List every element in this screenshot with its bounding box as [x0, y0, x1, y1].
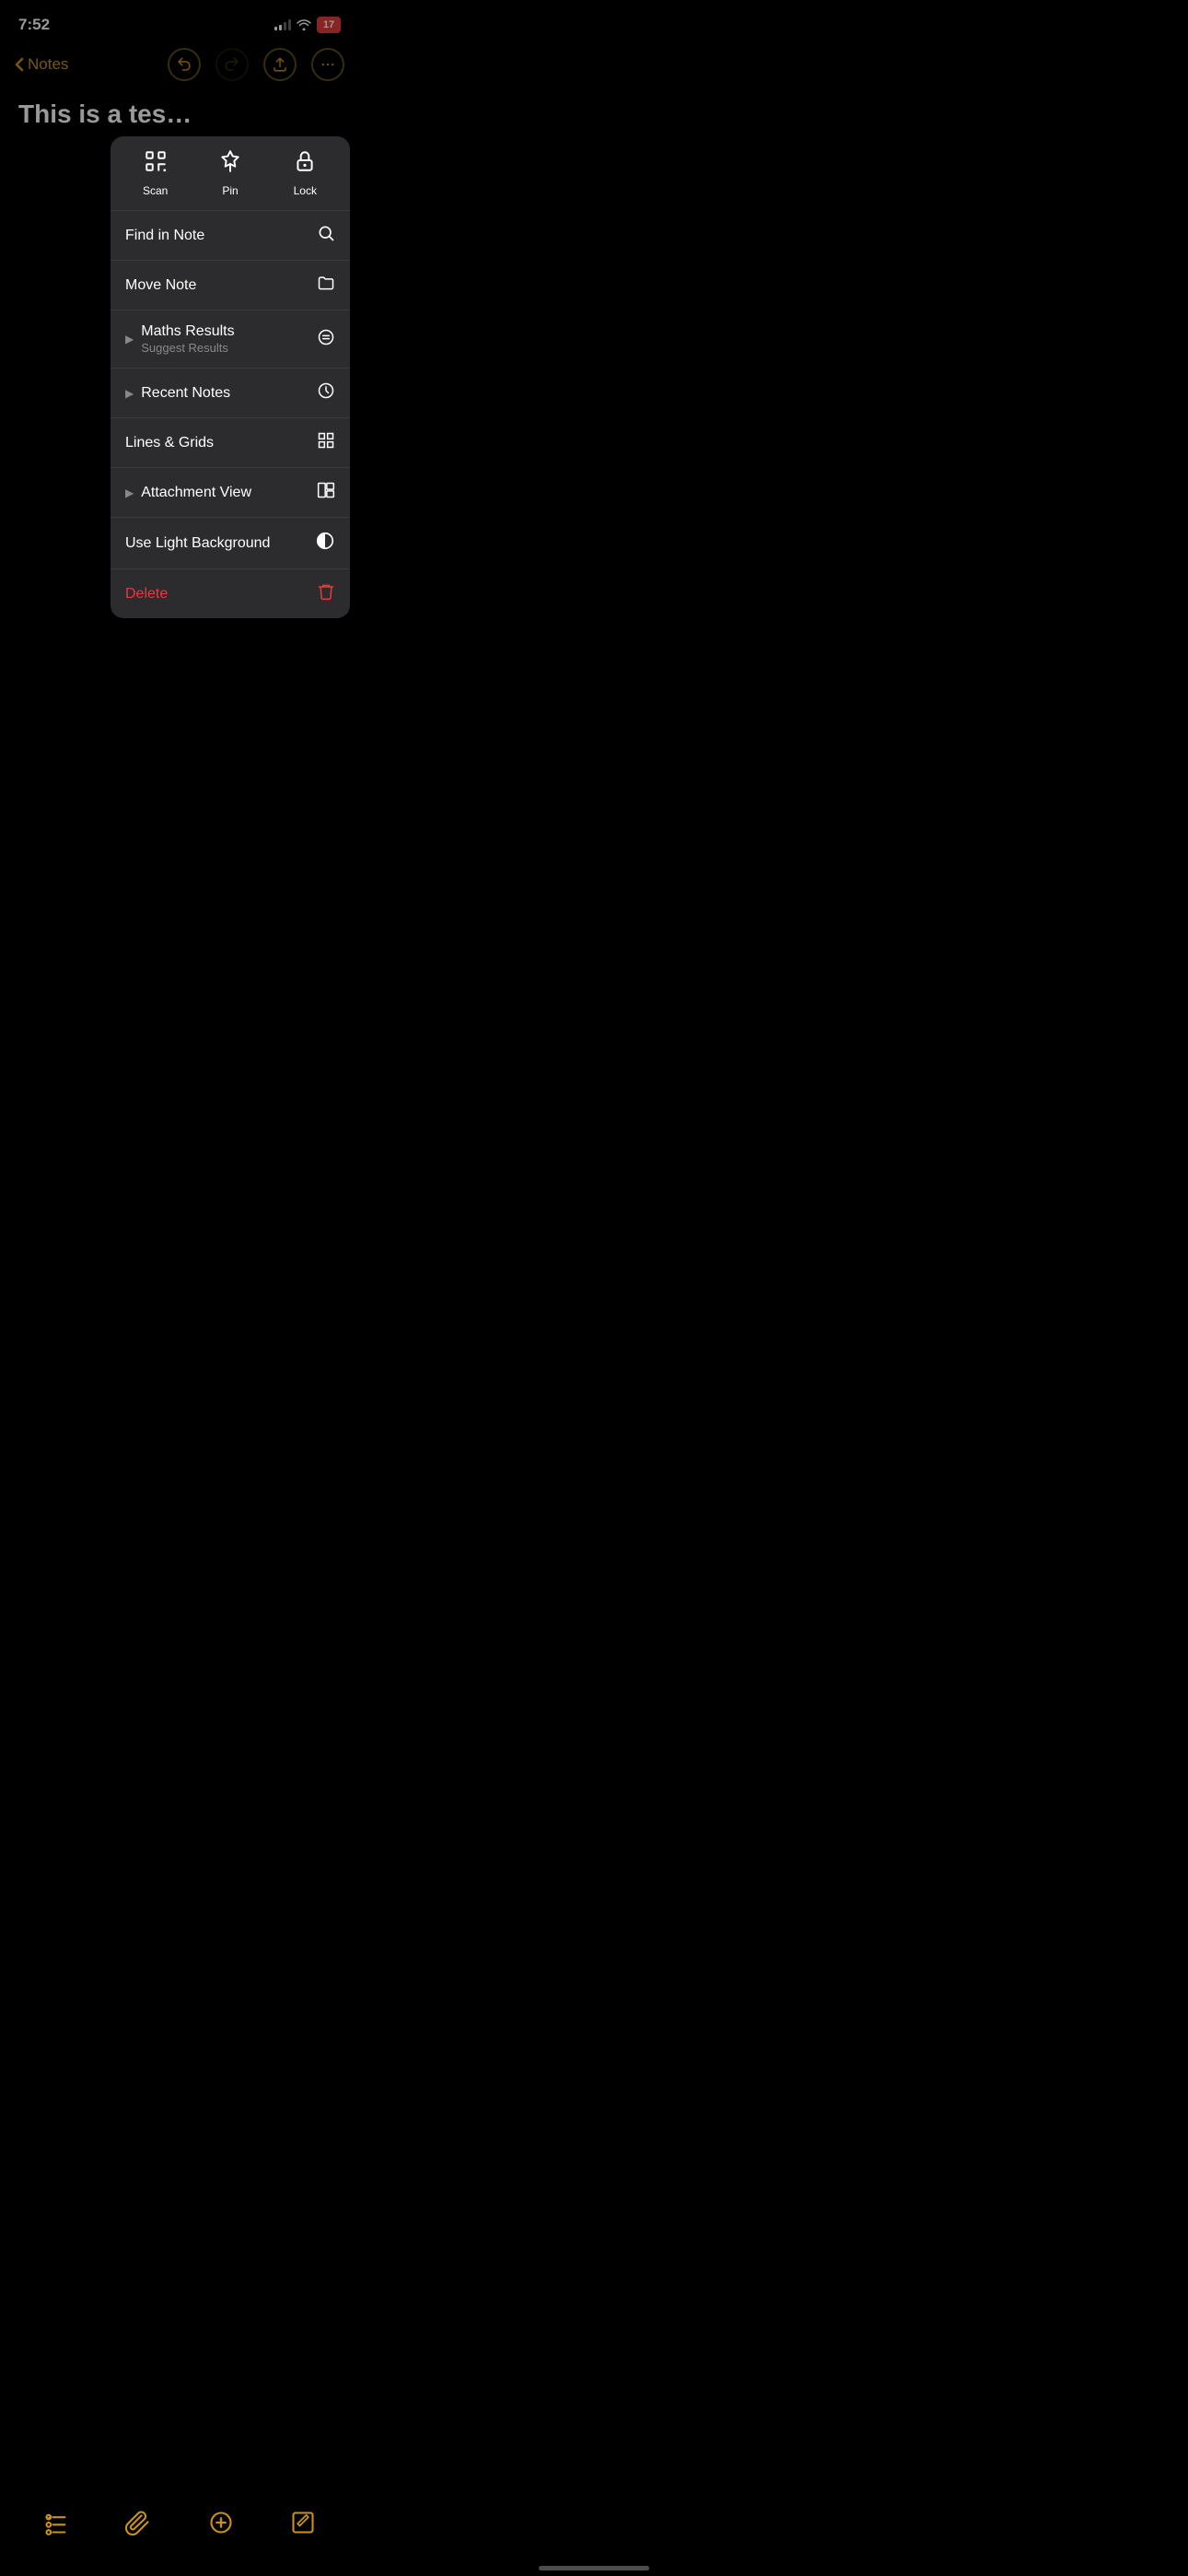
recent-notes-item[interactable]: ▶ Recent Notes [111, 369, 350, 418]
checklist-button[interactable] [36, 2502, 76, 2543]
lock-icon [293, 149, 317, 179]
pin-button[interactable]: Pin [203, 149, 258, 197]
find-in-note-item[interactable]: Find in Note [111, 211, 350, 261]
dropdown-menu: Scan Pin Lock Find in Note [111, 136, 350, 618]
move-note-item[interactable]: Move Note [111, 261, 350, 310]
scan-label: Scan [143, 184, 168, 197]
pin-icon [218, 149, 242, 179]
attachment-view-left: ▶ Attachment View [125, 485, 251, 501]
attachment-button[interactable] [118, 2502, 158, 2543]
grid-icon [317, 431, 335, 454]
attachment-view-label: Attachment View [141, 485, 251, 501]
pin-label: Pin [222, 184, 238, 197]
lock-label: Lock [294, 184, 317, 197]
lock-button[interactable]: Lock [277, 149, 332, 197]
menu-top-row: Scan Pin Lock [111, 136, 350, 211]
checklist-icon [43, 2510, 69, 2535]
trash-icon [317, 582, 335, 605]
maths-results-left: ▶ Maths Results Suggest Results [125, 323, 235, 355]
use-light-bg-label: Use Light Background [125, 535, 270, 552]
find-in-note-label: Find in Note [125, 228, 204, 244]
maths-results-label: Maths Results [141, 323, 234, 340]
folder-icon [317, 274, 335, 297]
half-circle-icon [315, 531, 335, 556]
scan-icon [144, 149, 168, 179]
maths-results-chevron-icon: ▶ [125, 333, 134, 345]
maths-results-item[interactable]: ▶ Maths Results Suggest Results [111, 310, 350, 369]
compose-button[interactable] [201, 2502, 241, 2543]
attachment-view-chevron-icon: ▶ [125, 486, 134, 499]
delete-item[interactable]: Delete [111, 569, 350, 618]
maths-results-labels: Maths Results Suggest Results [141, 323, 234, 355]
edit-icon [290, 2510, 316, 2535]
lines-grids-item[interactable]: Lines & Grids [111, 418, 350, 468]
recent-notes-left: ▶ Recent Notes [125, 385, 230, 402]
recent-notes-label: Recent Notes [141, 385, 230, 402]
move-note-label: Move Note [125, 277, 196, 294]
compose-icon [208, 2510, 234, 2535]
attachment-view-item[interactable]: ▶ Attachment View [111, 468, 350, 518]
clock-icon [317, 381, 335, 404]
paperclip-icon [125, 2510, 151, 2535]
bottom-toolbar [0, 2495, 359, 2550]
scan-button[interactable]: Scan [128, 149, 183, 197]
lines-grids-label: Lines & Grids [125, 435, 214, 451]
attachment-view-icon [317, 481, 335, 504]
edit-button[interactable] [283, 2502, 323, 2543]
maths-results-sublabel: Suggest Results [141, 341, 234, 355]
use-light-bg-item[interactable]: Use Light Background [111, 518, 350, 569]
search-icon [317, 224, 335, 247]
delete-label: Delete [125, 586, 168, 603]
home-indicator [539, 2566, 649, 2570]
recent-notes-chevron-icon: ▶ [125, 387, 134, 400]
equal-circle-icon [317, 328, 335, 351]
